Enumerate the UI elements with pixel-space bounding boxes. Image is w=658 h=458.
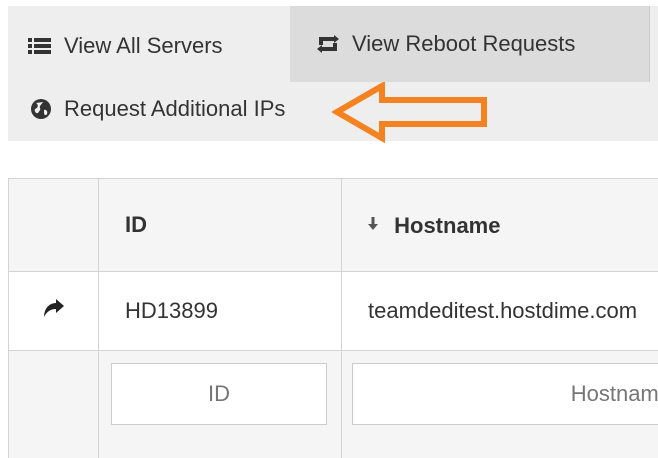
- row-action-cell[interactable]: [8, 271, 99, 351]
- filter-hostname-input[interactable]: [352, 363, 658, 425]
- column-header-id-label: ID: [125, 212, 147, 237]
- tab-view-reboot-requests-label: View Reboot Requests: [352, 31, 576, 56]
- share-arrow-icon[interactable]: [43, 298, 65, 323]
- list-icon: [28, 37, 52, 55]
- filter-empty-cell: [8, 350, 99, 458]
- filter-hostname-cell: [341, 350, 658, 458]
- servers-table: ID Hostname HD13899 teamdeditest.hostdim…: [8, 178, 658, 458]
- retweet-icon: [316, 35, 340, 53]
- table-row: HD13899 teamdeditest.hostdime.com: [8, 271, 658, 351]
- tab-request-additional-ips[interactable]: Request Additional IPs: [8, 84, 368, 134]
- column-header-hostname-label: Hostname: [394, 213, 501, 238]
- tab-request-additional-ips-label: Request Additional IPs: [64, 96, 286, 121]
- table-filter-row: [8, 350, 658, 458]
- table-header-row: ID Hostname: [8, 178, 658, 272]
- globe-icon: [30, 98, 52, 120]
- tab-view-reboot-requests[interactable]: View Reboot Requests: [290, 6, 650, 82]
- filter-id-input[interactable]: [111, 363, 327, 425]
- tab-view-all-servers-label: View All Servers: [64, 33, 223, 58]
- column-header-action: [8, 178, 99, 272]
- sort-down-icon: [368, 211, 378, 237]
- tab-view-all-servers[interactable]: View All Servers: [8, 12, 290, 80]
- column-header-id[interactable]: ID: [98, 178, 342, 272]
- row-id: HD13899: [98, 271, 342, 351]
- filter-id-cell: [98, 350, 342, 458]
- row-hostname: teamdeditest.hostdime.com: [341, 271, 658, 351]
- orange-arrow-annotation: [331, 80, 492, 149]
- column-header-hostname[interactable]: Hostname: [341, 178, 658, 272]
